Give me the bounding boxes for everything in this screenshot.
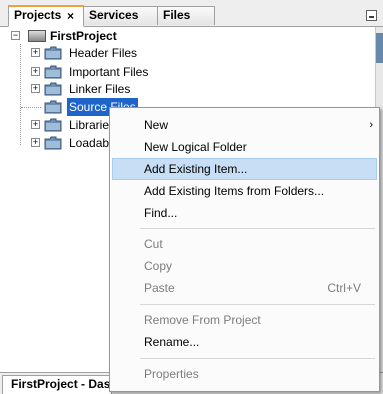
submenu-arrow-icon: ›: [369, 119, 373, 131]
expand-icon[interactable]: +: [31, 48, 40, 57]
menu-item-label: Find...: [144, 206, 178, 220]
close-icon[interactable]: ×: [67, 8, 74, 25]
menu-item-copy[interactable]: Copy: [112, 255, 377, 277]
menu-item-add-existing-item[interactable]: Add Existing Item...: [112, 158, 377, 180]
collapse-icon[interactable]: −: [11, 31, 20, 40]
menu-item-label: New Logical Folder: [144, 140, 247, 154]
menu-item-remove-from-project[interactable]: Remove From Project: [112, 309, 377, 331]
menu-item-paste[interactable]: Paste Ctrl+V: [112, 277, 377, 299]
menu-item-new-logical-folder[interactable]: New Logical Folder: [112, 136, 377, 158]
menu-item-label: Add Existing Item...: [144, 162, 248, 176]
menu-item-shortcut: Ctrl+V: [327, 281, 361, 295]
tab-files-label: Files: [163, 8, 191, 22]
folder-icon: [44, 65, 62, 79]
menu-item-label: Properties: [144, 367, 199, 381]
expand-icon[interactable]: +: [31, 67, 40, 76]
menu-item-rename[interactable]: Rename...: [112, 331, 377, 353]
tab-files[interactable]: Files: [157, 6, 215, 25]
folder-icon: [44, 118, 62, 132]
menu-separator: [140, 228, 375, 229]
folder-icon: [44, 82, 62, 96]
menu-item-new[interactable]: New ›: [112, 114, 377, 136]
menu-item-cut[interactable]: Cut: [112, 233, 377, 255]
folder-icon: [44, 100, 62, 114]
expand-icon[interactable]: +: [31, 120, 40, 129]
tab-projects-label: Projects: [14, 8, 62, 22]
menu-item-add-existing-items-from-folders[interactable]: Add Existing Items from Folders...: [112, 180, 377, 202]
folder-icon: [44, 136, 62, 150]
tree-connector-line: [20, 44, 21, 145]
explorer-tab-strip: Projects × Services Files: [0, 0, 383, 27]
tree-item-label: Important Files: [69, 65, 149, 79]
tab-projects[interactable]: Projects ×: [8, 5, 84, 27]
tree-project-label: FirstProject: [50, 29, 117, 43]
menu-item-find[interactable]: Find...: [112, 202, 377, 224]
menu-separator: [140, 358, 375, 359]
menu-separator: [140, 304, 375, 305]
tab-services[interactable]: Services: [83, 6, 158, 25]
menu-item-label: Paste: [144, 281, 175, 295]
tab-services-label: Services: [89, 8, 139, 22]
context-menu: New › New Logical Folder Add Existing It…: [109, 107, 380, 392]
tree-item-label: Header Files: [69, 46, 138, 60]
menu-item-label: Add Existing Items from Folders...: [144, 184, 325, 198]
menu-item-label: Copy: [144, 259, 173, 273]
menu-item-label: Remove From Project: [144, 313, 261, 327]
menu-item-properties[interactable]: Properties: [112, 363, 377, 385]
tree-connector-line: [21, 107, 41, 108]
expand-icon[interactable]: +: [31, 138, 40, 147]
menu-item-label: Cut: [144, 237, 163, 251]
side-panel-scroll-indicator[interactable]: [376, 33, 383, 63]
tab-dashboard[interactable]: FirstProject - Dashboard: [2, 375, 112, 394]
menu-item-label: New: [144, 118, 169, 132]
tree-item-label: Linker Files: [69, 82, 131, 96]
folder-icon: [44, 46, 62, 60]
expand-icon[interactable]: +: [31, 84, 40, 93]
minimize-window-icon[interactable]: [366, 10, 377, 21]
project-chip-icon: [28, 30, 46, 42]
menu-item-label: Rename...: [144, 335, 200, 349]
